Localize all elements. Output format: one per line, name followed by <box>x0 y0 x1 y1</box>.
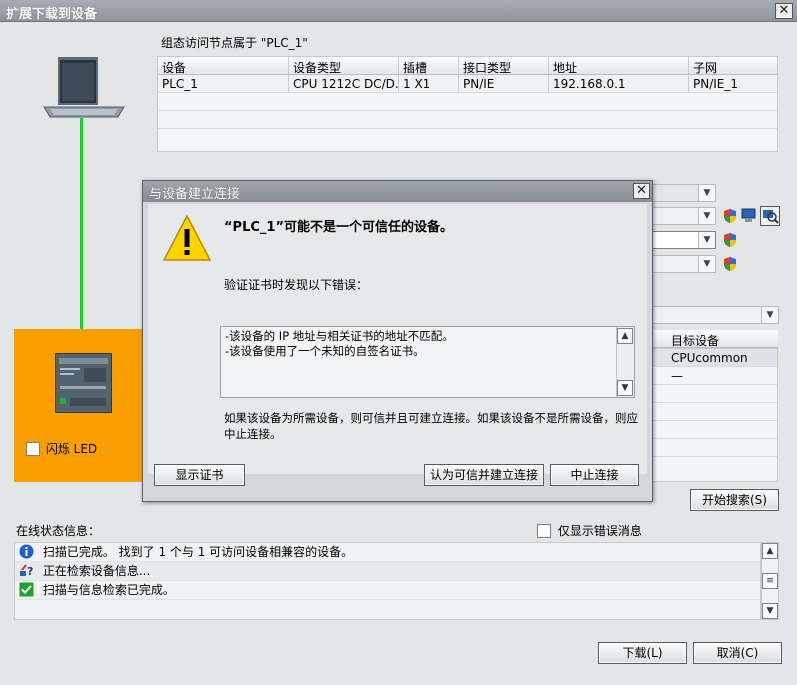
checkbox[interactable] <box>537 523 551 538</box>
col-target-device: 目标设备 <box>650 330 778 347</box>
download-button[interactable]: 下载(L) <box>598 642 687 664</box>
search-icon <box>763 210 779 224</box>
scroll-up-button[interactable]: ▲ <box>617 328 633 344</box>
list-item: 扫描与信息检索已完成。 <box>15 581 760 600</box>
list-item: 扫描已完成。 找到了 1 个与 1 可访问设备相兼容的设备。 <box>15 543 760 562</box>
device-properties-icon[interactable] <box>740 207 757 224</box>
status-message-text: 扫描与信息检索已完成。 <box>42 583 175 597</box>
dialog-title: 与设备建立连接 <box>149 187 241 202</box>
table-row <box>158 93 777 111</box>
list-item: ? 正在检索设备信息... <box>15 562 760 581</box>
status-label: 在线状态信息： <box>16 524 101 538</box>
only-errors-checkbox[interactable]: 仅显示错误消息 <box>537 522 642 539</box>
target-device-filter-dropdown[interactable]: ▼ <box>650 306 779 324</box>
chevron-down-icon: ▼ <box>761 307 778 323</box>
errors-scrollbar[interactable]: ▲ ▼ <box>616 327 634 397</box>
target-device-list[interactable]: CPUcommon — <box>650 348 778 482</box>
list-item <box>651 439 777 457</box>
trust-and-connect-button[interactable]: 认为可信并建立连接 <box>424 464 544 486</box>
scroll-up-button[interactable]: ▲ <box>762 543 778 559</box>
shield-icon <box>722 256 738 272</box>
certificate-error: -该设备的 IP 地址与相关证书的地址不匹配。 <box>225 329 454 343</box>
col-address: 地址 <box>548 57 688 74</box>
device-table[interactable]: 设备 设备类型 插槽 接口类型 地址 子网 PLC_1 CPU 1212C DC… <box>157 56 778 152</box>
dialog-subtitle: 验证证书时发现以下错误： <box>224 278 369 292</box>
col-device: 设备 <box>162 61 187 74</box>
shield-icon <box>722 208 738 224</box>
first-gateway-dropdown[interactable]: ▼ <box>650 255 716 273</box>
status-message-text: 扫描已完成。 找到了 1 个与 1 可访问设备相兼容的设备。 <box>42 545 354 559</box>
abort-connection-button[interactable]: 中止连接 <box>550 464 639 486</box>
show-certificate-button[interactable]: 显示证书 <box>154 464 245 486</box>
dialog-headline: “PLC_1”可能不是一个可信任的设备。 <box>224 220 453 235</box>
flash-led-checkbox[interactable]: 闪烁 LED <box>26 440 97 457</box>
cell-device: PLC_1 <box>162 77 198 91</box>
flash-search-button[interactable] <box>760 206 780 226</box>
window-close-button[interactable] <box>775 3 793 19</box>
table-row <box>158 111 777 129</box>
checkbox[interactable] <box>26 441 40 456</box>
connection-line <box>80 118 83 356</box>
status-message-text: 正在检索设备信息... <box>42 564 151 578</box>
pg-pc-interface-type-dropdown[interactable]: ▼ <box>650 184 716 202</box>
target-device-header: 目标设备 <box>650 330 778 348</box>
check-icon <box>19 582 34 597</box>
col-subnet: 子网 <box>688 57 777 74</box>
shield-icon <box>722 232 738 248</box>
chevron-down-icon: ▼ <box>698 208 715 224</box>
col-slot: 插槽 <box>398 57 458 74</box>
dialog-titlebar: 与设备建立连接 <box>143 181 652 202</box>
start-search-button[interactable]: 开始搜索(S) <box>690 489 779 511</box>
target-label: 组态访问节点属于 "PLC_1" <box>161 36 308 50</box>
scroll-thumb[interactable]: ≡ <box>762 573 778 589</box>
dialog-body: “PLC_1”可能不是一个可信任的设备。 验证证书时发现以下错误： -该设备的 … <box>148 204 647 474</box>
svg-text:?: ? <box>27 565 33 578</box>
pg-pc-icon <box>40 55 128 124</box>
list-item[interactable]: — <box>651 367 777 385</box>
info-icon <box>19 544 34 559</box>
dialog-note: 如果该设备为所需设备，则可信并且可建立连接。如果该设备不是所需设备，则应中止连接… <box>224 411 638 441</box>
plc-device-icon <box>55 353 112 413</box>
cancel-button[interactable]: 取消(C) <box>693 642 782 664</box>
window-titlebar: 扩展下载到设备 <box>0 0 797 22</box>
certificate-errors-box[interactable]: -该设备的 IP 地址与相关证书的地址不匹配。 -该设备使用了一个未知的自签名证… <box>220 326 635 398</box>
cell-subnet: PN/IE_1 <box>688 75 777 92</box>
connection-to-subnet-dropdown[interactable]: ▼ <box>650 231 716 249</box>
cell-device-type: CPU 1212C DC/D... <box>288 75 398 92</box>
col-interface-type: 接口类型 <box>458 57 548 74</box>
pg-pc-interface-dropdown[interactable]: ▼ <box>650 207 716 225</box>
window-title: 扩展下载到设备 <box>6 7 98 22</box>
chevron-down-icon: ▼ <box>698 256 715 272</box>
col-device-type: 设备类型 <box>288 57 398 74</box>
cell-slot: 1 X1 <box>398 75 458 92</box>
warning-icon <box>162 214 212 265</box>
cell-address: 192.168.0.1 <box>548 75 688 92</box>
list-item <box>651 421 777 439</box>
list-item <box>651 385 777 403</box>
chevron-down-icon: ▼ <box>698 232 715 248</box>
flash-led-label: 闪烁 LED <box>45 442 98 456</box>
cell-interface-type: PN/IE <box>458 75 548 92</box>
device-table-header: 设备 设备类型 插槽 接口类型 地址 子网 <box>158 57 777 75</box>
chevron-down-icon: ▼ <box>698 185 715 201</box>
target-device-name: — <box>671 369 683 383</box>
status-message-list[interactable]: 扫描已完成。 找到了 1 个与 1 可访问设备相兼容的设备。 ? 正在检索设备信… <box>14 542 761 620</box>
certificate-error: -该设备使用了一个未知的自签名证书。 <box>225 344 425 358</box>
list-item[interactable]: CPUcommon <box>651 349 777 367</box>
table-row[interactable]: PLC_1 CPU 1212C DC/D... 1 X1 PN/IE 192.1… <box>158 75 777 93</box>
only-errors-label: 仅显示错误消息 <box>557 524 642 538</box>
dialog-close-button[interactable] <box>633 183 650 199</box>
list-item <box>651 403 777 421</box>
scroll-down-button[interactable]: ▼ <box>762 603 778 619</box>
status-scrollbar[interactable]: ▲ ≡ ▼ <box>761 542 779 620</box>
connect-dialog: 与设备建立连接 “PLC_1”可能不是一个可信任的设备。 验证证书时发现以下错误… <box>142 180 653 502</box>
scroll-down-button[interactable]: ▼ <box>617 380 633 396</box>
search-info-icon: ? <box>19 563 34 578</box>
target-device-name: CPUcommon <box>671 351 748 365</box>
